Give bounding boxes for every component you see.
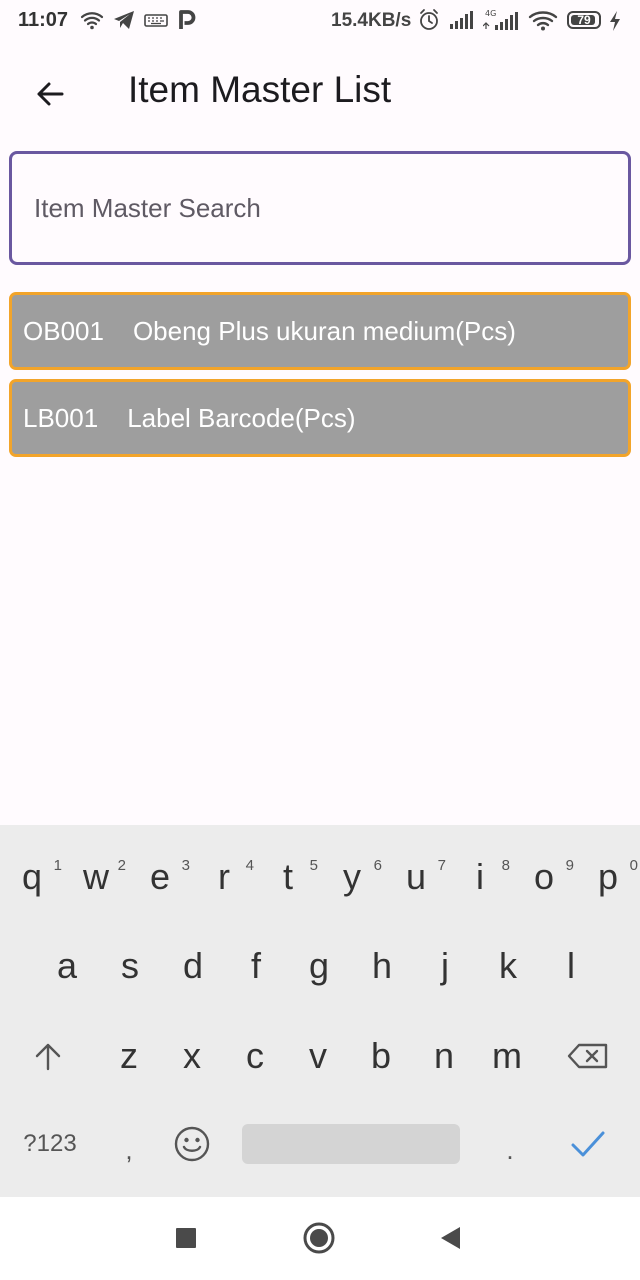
key-v[interactable]: v (286, 1016, 350, 1096)
circle-icon (303, 1222, 335, 1254)
back-button[interactable] (24, 68, 76, 120)
key-i[interactable]: i8 (448, 837, 512, 917)
keyboard-icon (144, 14, 168, 27)
square-icon (176, 1228, 196, 1248)
arrow-up-icon (35, 1043, 61, 1071)
list-item[interactable]: LB001 Label Barcode(Pcs) (9, 379, 631, 457)
network-speed: 15.4KB/s (331, 10, 412, 31)
key-w[interactable]: w2 (64, 837, 128, 917)
key-f[interactable]: f (224, 926, 288, 1006)
parking-app-icon (179, 10, 196, 29)
key-h[interactable]: h (350, 926, 414, 1006)
svg-text:4G: 4G (485, 9, 496, 18)
key-t[interactable]: t5 (256, 837, 320, 917)
key-y[interactable]: y6 (320, 837, 384, 917)
backspace-key[interactable] (556, 1016, 620, 1096)
signal-4g-icon: 4G (483, 9, 518, 30)
item-code: OB001 (23, 315, 104, 346)
emoji-icon (174, 1126, 210, 1162)
item-code: LB001 (23, 402, 99, 433)
alarm-icon (420, 9, 438, 30)
key-o[interactable]: o9 (512, 837, 576, 917)
key-a[interactable]: a (35, 926, 99, 1006)
telegram-icon (114, 11, 134, 29)
soft-keyboard: q1 w2 e3 r4 t5 y6 u7 i8 o9 p0 a s d f g … (0, 825, 640, 1197)
key-q[interactable]: q1 (0, 837, 64, 917)
key-z[interactable]: z (97, 1016, 161, 1096)
arrow-left-icon (37, 82, 64, 106)
item-name: Label Barcode(Pcs) (127, 402, 356, 433)
page-title: Item Master List (128, 69, 392, 110)
triangle-back-icon (441, 1227, 460, 1249)
app-bar: Item Master List (0, 44, 640, 140)
key-x[interactable]: x (160, 1016, 224, 1096)
key-u[interactable]: u7 (384, 837, 448, 917)
charging-icon (610, 11, 620, 31)
key-d[interactable]: d (161, 926, 225, 1006)
key-b[interactable]: b (349, 1016, 413, 1096)
search-input[interactable] (32, 191, 596, 225)
backspace-icon (567, 1043, 608, 1069)
symbols-key[interactable]: ?123 (10, 1104, 90, 1184)
key-k[interactable]: k (476, 926, 540, 1006)
key-n[interactable]: n (412, 1016, 476, 1096)
home-button[interactable] (302, 1221, 336, 1255)
key-l[interactable]: l (539, 926, 603, 1006)
key-c[interactable]: c (223, 1016, 287, 1096)
battery-level: 79 (577, 13, 591, 27)
key-m[interactable]: m (475, 1016, 539, 1096)
period-key[interactable]: . (478, 1110, 542, 1190)
key-s[interactable]: s (98, 926, 162, 1006)
status-bar: 11:07 15.4KB/s 4G 79 (0, 0, 640, 44)
key-j[interactable]: j (413, 926, 477, 1006)
item-name: Obeng Plus ukuran medium(Pcs) (132, 315, 516, 346)
status-time: 11:07 (18, 9, 69, 31)
wifi-icon (528, 11, 558, 31)
space-bar[interactable] (242, 1124, 460, 1164)
emoji-key[interactable] (160, 1104, 224, 1184)
key-r[interactable]: r4 (192, 837, 256, 917)
key-g[interactable]: g (287, 926, 351, 1006)
wifi-icon (80, 12, 104, 30)
recents-button[interactable] (174, 1226, 198, 1250)
signal-icon (450, 11, 473, 29)
search-field[interactable] (9, 151, 631, 265)
back-nav-button[interactable] (438, 1225, 464, 1251)
shift-key[interactable] (16, 1016, 80, 1096)
list-item[interactable]: OB001 Obeng Plus ukuran medium(Pcs) (9, 292, 631, 370)
system-nav-bar (0, 1197, 640, 1280)
comma-key[interactable]: , (97, 1110, 161, 1190)
key-e[interactable]: e3 (128, 837, 192, 917)
key-p[interactable]: p0 (576, 837, 640, 917)
battery-icon: 79 (567, 11, 601, 29)
checkmark-icon (571, 1131, 605, 1157)
done-key[interactable] (556, 1104, 620, 1184)
